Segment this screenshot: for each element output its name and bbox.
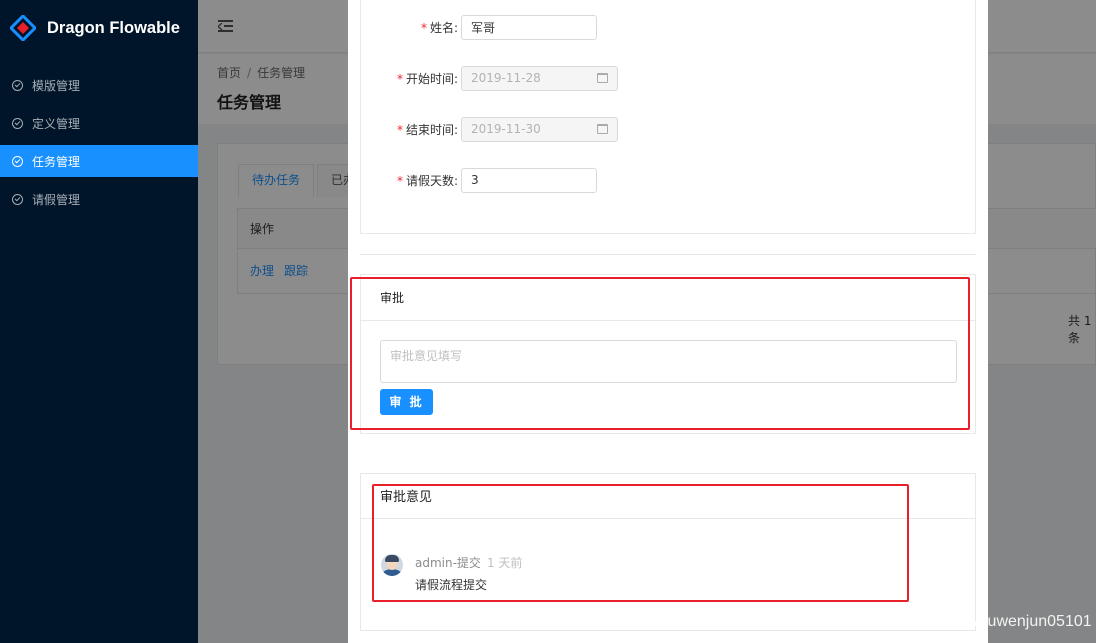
divider bbox=[360, 254, 976, 255]
sidebar: Dragon Flowable 模版管理 定义管理 任务管理 请假管理 bbox=[0, 0, 198, 643]
check-circle-icon bbox=[12, 117, 23, 129]
sidebar-item-leave[interactable]: 请假管理 bbox=[0, 180, 198, 218]
form-label: * 结束时间: bbox=[396, 122, 458, 137]
sidebar-item-definition[interactable]: 定义管理 bbox=[0, 104, 198, 142]
annotation-box-opinion bbox=[372, 484, 909, 602]
logo-icon bbox=[10, 15, 36, 41]
days-field[interactable]: 3 bbox=[461, 167, 597, 193]
check-circle-icon bbox=[12, 193, 23, 205]
form-row-name: * 姓名: 军哥 bbox=[361, 14, 597, 40]
sidebar-item-label: 任务管理 bbox=[32, 154, 81, 169]
form-label: * 开始时间: bbox=[396, 71, 458, 86]
app-name: Dragon Flowable bbox=[47, 18, 180, 37]
start-date-field[interactable]: 2019-11-28 bbox=[461, 65, 618, 91]
watermark: https://blog.csdn.net/huwenjun05101 bbox=[831, 613, 1092, 630]
sidebar-menu: 模版管理 定义管理 任务管理 请假管理 bbox=[0, 66, 198, 218]
sidebar-item-task[interactable]: 任务管理 bbox=[0, 145, 198, 177]
sidebar-item-template[interactable]: 模版管理 bbox=[0, 66, 198, 104]
annotation-box-approval bbox=[350, 277, 970, 430]
form-label: * 请假天数: bbox=[396, 173, 458, 188]
form-row-end: * 结束时间: 2019-11-30 bbox=[361, 116, 618, 142]
calendar-icon bbox=[597, 73, 608, 83]
form-label: * 姓名: bbox=[420, 20, 458, 35]
check-circle-icon bbox=[12, 79, 23, 91]
sidebar-item-label: 定义管理 bbox=[32, 116, 81, 131]
sidebar-item-label: 请假管理 bbox=[32, 192, 81, 207]
leave-form: * 姓名: 军哥 * 开始时间: 2019-11-28 * 结束时间: 2019-11… bbox=[360, 0, 976, 234]
calendar-icon bbox=[597, 124, 608, 134]
end-date-field[interactable]: 2019-11-30 bbox=[461, 116, 618, 142]
check-circle-icon bbox=[12, 155, 23, 167]
app-logo[interactable]: Dragon Flowable bbox=[10, 12, 180, 44]
form-row-days: * 请假天数: 3 bbox=[361, 167, 597, 193]
sidebar-item-label: 模版管理 bbox=[32, 78, 81, 93]
name-field[interactable]: 军哥 bbox=[461, 14, 597, 40]
form-row-start: * 开始时间: 2019-11-28 bbox=[361, 65, 618, 91]
